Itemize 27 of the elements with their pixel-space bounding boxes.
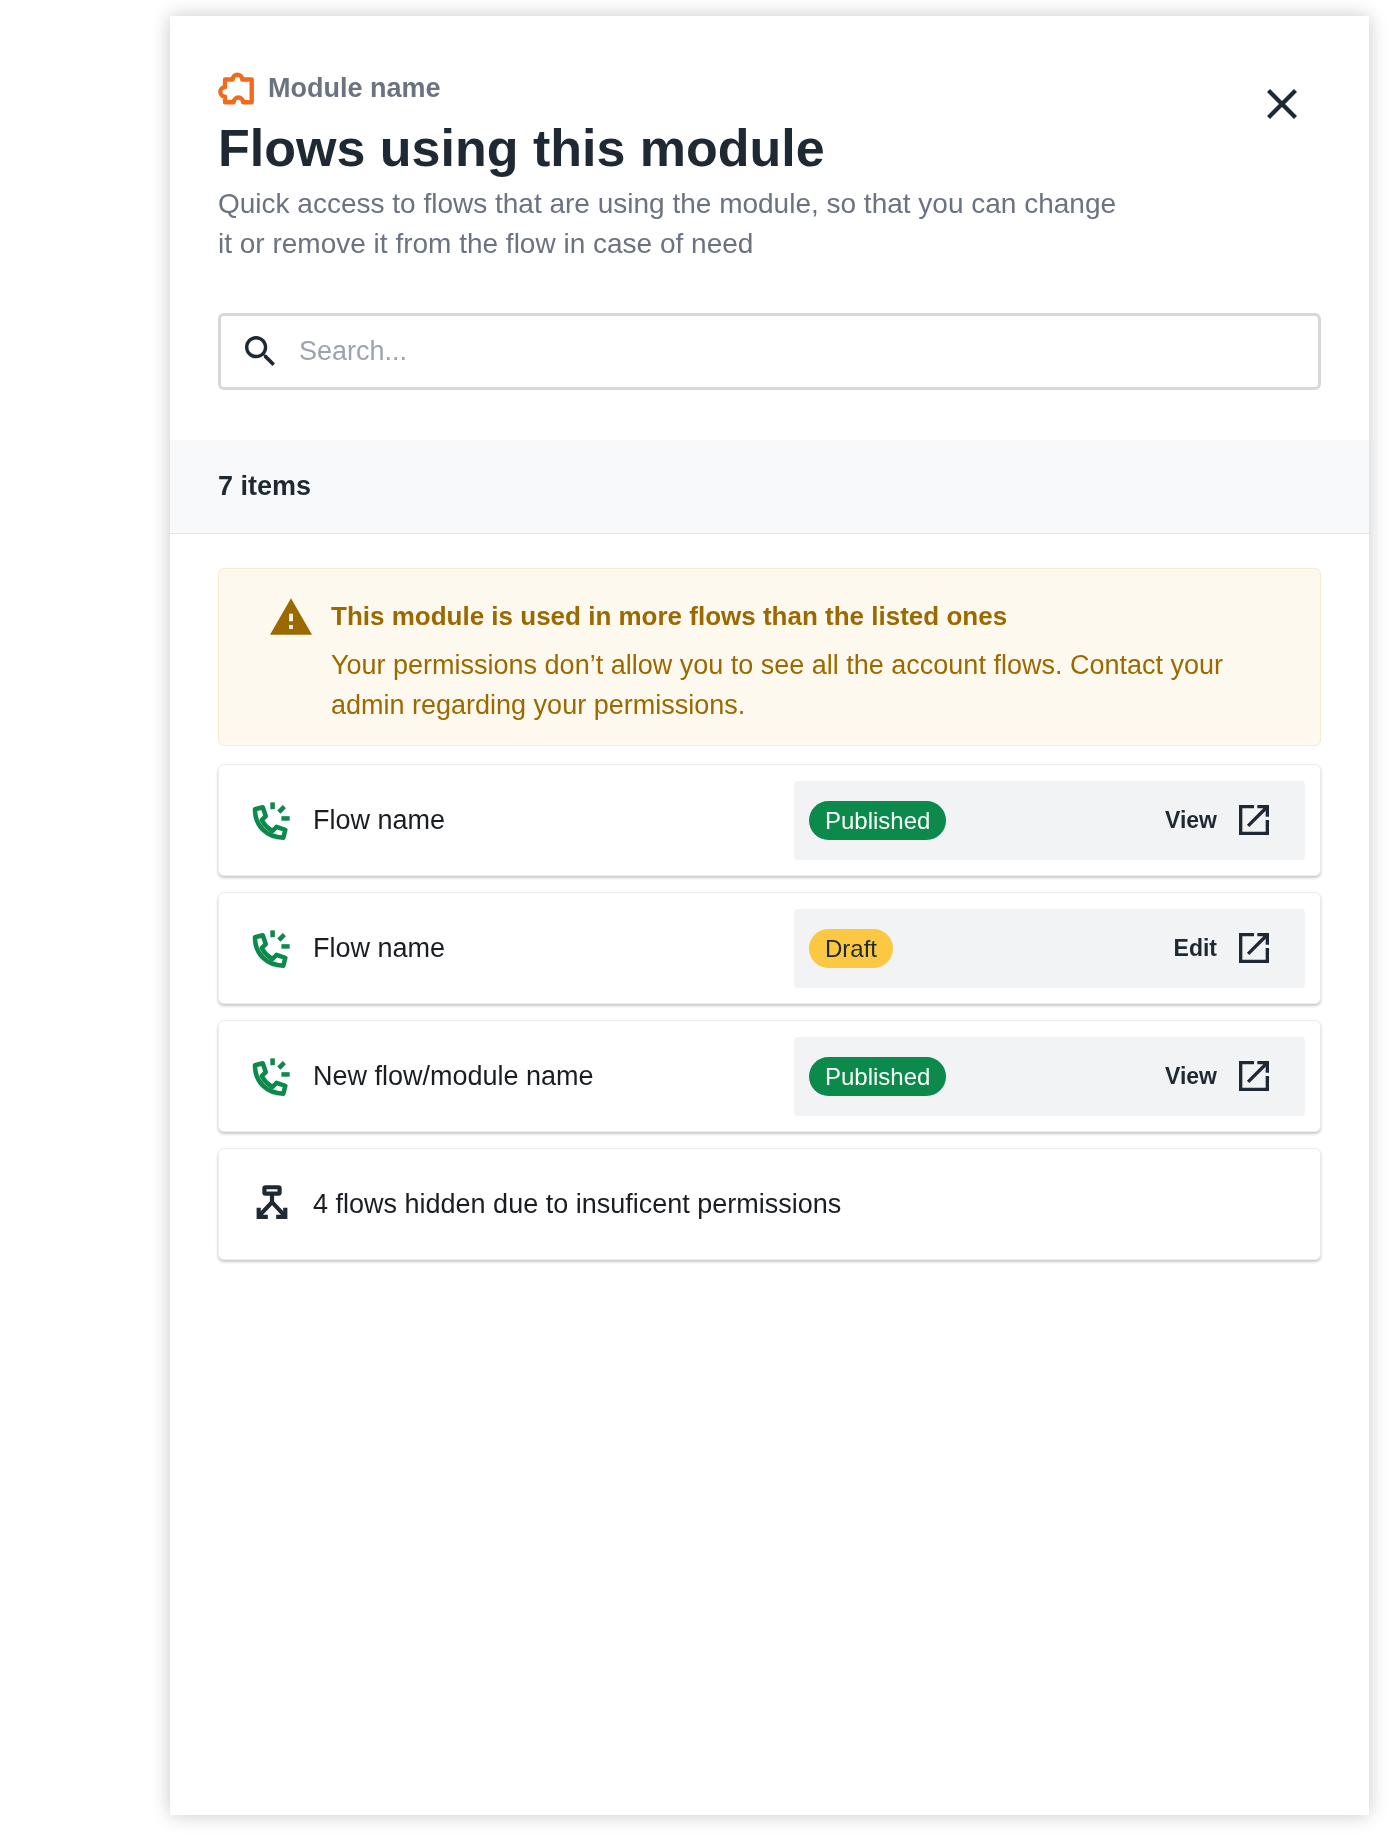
phone-call-icon [252,928,292,968]
items-count: 7 items [218,470,312,504]
search-icon [245,336,275,366]
flow-name: Flow name [313,803,447,837]
panel-description: Quick access to flows that are using the module, so that you can change it or remove it from the flow in case of need [218,187,1118,261]
external-link-icon [1239,933,1269,963]
status-badge: Published [809,800,947,840]
status-badge: Published [809,1056,947,1096]
phone-call-icon [252,800,292,840]
panel-title: Flows using this module [218,118,826,179]
external-link-icon [1239,1061,1269,1091]
status-badge: Draft [809,928,893,968]
search-field[interactable]: Search... [218,313,1321,390]
warning-icon [270,598,312,635]
flow-name: Flow name [313,931,447,965]
flow-name: New flow/module name [313,1059,595,1093]
open-flow-link[interactable]: View [1153,794,1281,846]
hidden-flows-note: 4 flows hidden due to insuficent permissions [313,1187,842,1221]
open-flow-link[interactable]: View [1153,1050,1281,1102]
puzzle-icon [218,71,254,105]
close-icon [1267,89,1297,119]
alert-title: This module is used in more flows than the listed ones [331,600,1009,633]
open-flow-link[interactable]: Edit [1161,922,1281,974]
phone-call-icon [252,1056,292,1096]
external-link-icon [1239,805,1269,835]
module-label: Module name [268,72,441,105]
alert-message: Your permissions don’t allow you to see all the account flows. Contact your admin regarding your permissions. [331,649,1224,722]
